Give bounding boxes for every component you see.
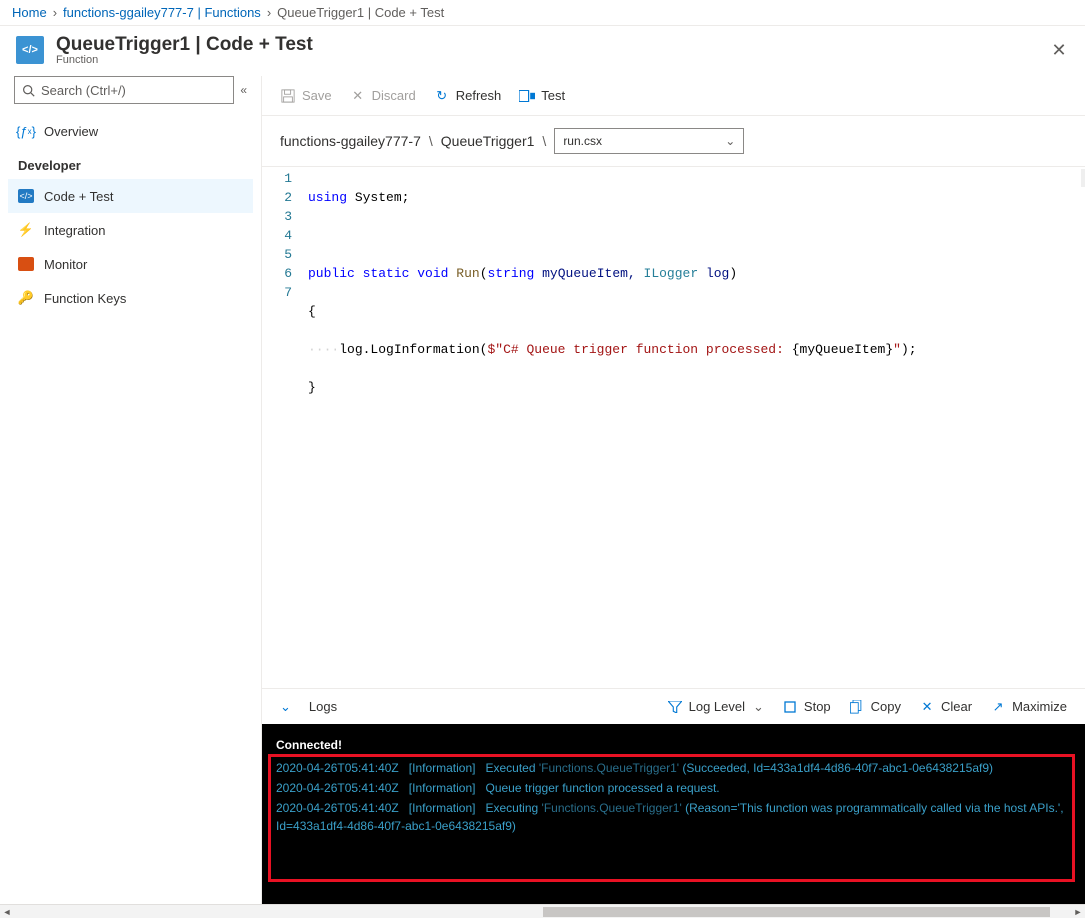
page-title: QueueTrigger1 | Code + Test (56, 34, 313, 56)
discard-icon: ✕ (350, 88, 366, 104)
editor-content[interactable]: using System; public static void Run(str… (302, 167, 1085, 688)
close-button[interactable]: ✕ (1049, 40, 1069, 60)
file-select-dropdown[interactable]: run.csx ⌄ (554, 128, 744, 154)
breadcrumb: Home › functions-ggailey777-7 | Function… (0, 0, 1085, 26)
toolbar: Save ✕ Discard ↻ Refresh Test (262, 76, 1085, 116)
lightning-icon: ⚡ (18, 222, 34, 238)
main-panel: Save ✕ Discard ↻ Refresh Test functions-… (262, 76, 1085, 904)
sidebar-section-developer: Developer (8, 148, 253, 179)
file-path-bar: functions-ggailey777-7 \ QueueTrigger1 \… (262, 116, 1085, 166)
log-line: 2020-04-26T05:41:40Z [Information] Execu… (270, 758, 1077, 778)
key-icon: 🔑 (18, 290, 34, 306)
copy-icon (849, 699, 865, 715)
discard-button[interactable]: ✕ Discard (350, 88, 416, 104)
button-label: Save (302, 88, 332, 103)
sidebar-item-overview[interactable]: {ƒx} Overview (8, 114, 253, 148)
maximize-icon: ↗ (990, 699, 1006, 715)
horizontal-scrollbar[interactable]: ◄ ► (0, 904, 1085, 918)
sidebar-item-monitor[interactable]: Monitor (8, 247, 253, 281)
chevron-down-icon[interactable]: ⌄ (280, 699, 291, 715)
path-seg-app: functions-ggailey777-7 (280, 133, 421, 149)
breadcrumb-home[interactable]: Home (12, 5, 47, 20)
collapse-sidebar-button[interactable]: « (240, 83, 247, 97)
sidebar-item-label: Overview (44, 124, 98, 139)
button-label: Clear (941, 699, 972, 714)
page-header: </> QueueTrigger1 | Code + Test Function… (0, 26, 1085, 76)
logs-connected: Connected! (270, 734, 1077, 758)
sidebar-item-integration[interactable]: ⚡ Integration (8, 213, 253, 247)
logs-label: Logs (309, 699, 337, 714)
scrollbar-thumb[interactable] (543, 907, 1050, 917)
test-icon (519, 88, 535, 104)
sidebar-item-function-keys[interactable]: 🔑 Function Keys (8, 281, 253, 315)
copy-button[interactable]: Copy (849, 699, 901, 715)
logs-output[interactable]: Connected! 2020-04-26T05:41:40Z [Informa… (262, 724, 1085, 904)
log-level-dropdown[interactable]: Log Level ⌄ (667, 699, 764, 715)
monitor-icon (18, 257, 34, 271)
code-editor[interactable]: 1 2 3 4 5 6 7 using System; public stati… (262, 166, 1085, 688)
log-line: 2020-04-26T05:41:40Z [Information] Queue… (270, 778, 1077, 798)
sidebar-item-label: Integration (44, 223, 105, 238)
clear-icon: ✕ (919, 699, 935, 715)
search-box[interactable] (14, 76, 234, 104)
test-button[interactable]: Test (519, 88, 565, 104)
button-label: Copy (871, 699, 901, 714)
button-label: Maximize (1012, 699, 1067, 714)
editor-gutter: 1 2 3 4 5 6 7 (262, 167, 302, 688)
chevron-right-icon: › (267, 5, 271, 20)
refresh-button[interactable]: ↻ Refresh (434, 88, 502, 104)
sidebar-item-label: Code + Test (44, 189, 114, 204)
button-label: Refresh (456, 88, 502, 103)
button-label: Discard (372, 88, 416, 103)
logs-toolbar: ⌄ Logs Log Level ⌄ Stop Copy (262, 688, 1085, 724)
scroll-right-icon[interactable]: ► (1071, 907, 1085, 917)
scroll-left-icon[interactable]: ◄ (0, 907, 14, 917)
save-button[interactable]: Save (280, 88, 332, 104)
sidebar-item-code-test[interactable]: </> Code + Test (8, 179, 253, 213)
sidebar-item-label: Function Keys (44, 291, 126, 306)
button-label: Stop (804, 699, 831, 714)
filter-icon (667, 699, 683, 715)
search-icon (21, 84, 35, 97)
path-seg-function: QueueTrigger1 (441, 133, 535, 149)
button-label: Log Level (689, 699, 745, 714)
refresh-icon: ↻ (434, 88, 450, 104)
scrollbar-track[interactable] (14, 906, 1071, 918)
chevron-down-icon: ⌄ (725, 134, 735, 148)
overview-icon: {ƒx} (18, 123, 34, 139)
sidebar: « {ƒx} Overview Developer </> Code + Tes… (0, 76, 262, 904)
sidebar-item-label: Monitor (44, 257, 87, 272)
breadcrumb-parent[interactable]: functions-ggailey777-7 | Functions (63, 5, 261, 20)
log-line: 2020-04-26T05:41:40Z [Information] Execu… (270, 798, 1077, 836)
chevron-right-icon: › (53, 5, 57, 20)
clear-button[interactable]: ✕ Clear (919, 699, 972, 715)
stop-button[interactable]: Stop (782, 699, 831, 715)
path-separator: \ (542, 133, 546, 149)
path-separator: \ (429, 133, 433, 149)
save-icon (280, 88, 296, 104)
button-label: Test (541, 88, 565, 103)
function-icon: </> (16, 36, 44, 64)
file-select-value: run.csx (563, 134, 602, 148)
search-input[interactable] (41, 83, 227, 98)
chevron-down-icon: ⌄ (753, 699, 764, 715)
stop-icon (782, 699, 798, 715)
code-icon: </> (18, 189, 34, 203)
maximize-button[interactable]: ↗ Maximize (990, 699, 1067, 715)
editor-overview-ruler (1081, 169, 1085, 187)
breadcrumb-current: QueueTrigger1 | Code + Test (277, 5, 444, 20)
